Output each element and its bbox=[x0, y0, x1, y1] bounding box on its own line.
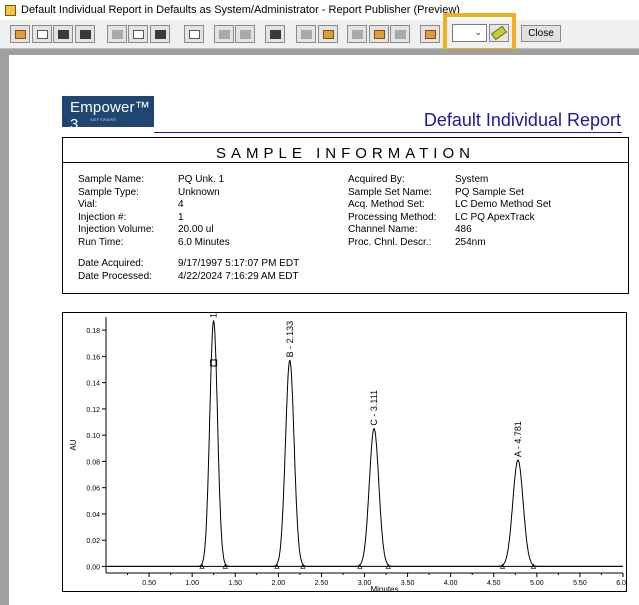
x-tick-label: 5.00 bbox=[530, 580, 544, 587]
copy-icon[interactable] bbox=[53, 25, 73, 43]
x-axis-label: Minutes bbox=[370, 585, 398, 591]
y-tick-label: 0.10 bbox=[86, 433, 100, 440]
delete-icon[interactable] bbox=[150, 25, 170, 43]
x-tick-label: 2.50 bbox=[315, 580, 329, 587]
date-label: Date Processed: bbox=[78, 271, 152, 282]
x-tick-label: 2.00 bbox=[272, 580, 286, 587]
group-icon[interactable] bbox=[235, 25, 255, 43]
date-value: 9/17/1997 5:17:07 PM EDT bbox=[178, 258, 300, 269]
open-icon[interactable] bbox=[10, 25, 30, 43]
y-tick-label: 0.14 bbox=[86, 381, 100, 388]
info-value: 254nm bbox=[455, 237, 486, 248]
report-title: Default Individual Report bbox=[423, 110, 621, 130]
y-tick-label: 0.06 bbox=[86, 486, 100, 493]
info-label: Sample Type: bbox=[78, 186, 139, 198]
info-value: System bbox=[455, 174, 489, 185]
table-icon[interactable] bbox=[265, 25, 285, 43]
window-titlebar: Default Individual Report in Defaults as… bbox=[0, 0, 639, 20]
layout-icon[interactable] bbox=[369, 25, 389, 43]
peak-label: 1.249 bbox=[209, 313, 219, 318]
sample-info-heading: SAMPLE INFORMATION bbox=[216, 145, 475, 162]
info-label: Acquired By: bbox=[348, 174, 405, 185]
x-tick-label: 4.00 bbox=[444, 580, 458, 587]
info-label: Proc. Chnl. Descr.: bbox=[348, 237, 432, 248]
title-rule bbox=[154, 132, 622, 133]
info-value: PQ Unk. 1 bbox=[178, 174, 225, 185]
info-value: 20.00 ul bbox=[178, 224, 214, 236]
y-tick-label: 0.16 bbox=[86, 354, 100, 361]
frame-icon[interactable] bbox=[184, 25, 204, 43]
sample-info-divider bbox=[63, 162, 628, 163]
x-tick-label: 3.00 bbox=[358, 580, 372, 587]
field-icon[interactable] bbox=[296, 25, 316, 43]
info-value: Unknown bbox=[178, 186, 220, 198]
logo-brand: Empower™ 3 bbox=[70, 99, 150, 133]
info-label: Injection #: bbox=[78, 211, 127, 223]
app-icon bbox=[5, 4, 16, 16]
peak-label: C - 3.111 bbox=[369, 390, 379, 426]
info-label: Processing Method: bbox=[348, 211, 437, 223]
info-label: Vial: bbox=[78, 199, 98, 211]
chromatogram-frame: 0.00 0.02 0.04 0.06 0.08 0.10 0.12 0.14 0.16 0.18… bbox=[62, 312, 627, 592]
y-tick-label: 0.04 bbox=[86, 512, 100, 519]
y-tick-label: 0.18 bbox=[86, 328, 100, 335]
info-label: Sample Name: bbox=[78, 174, 145, 185]
info-value: 4 bbox=[178, 199, 184, 211]
paste-icon[interactable] bbox=[128, 25, 148, 43]
window-title: Default Individual Report in Defaults as… bbox=[21, 4, 460, 16]
sample-info-box: SAMPLE INFORMATION Sample Name: PQ Unk. 1… bbox=[62, 137, 629, 294]
info-label: Run Time: bbox=[78, 237, 124, 248]
x-tick-label: 3.50 bbox=[401, 580, 415, 587]
info-label: Channel Name: bbox=[348, 224, 418, 236]
y-tick-label: 0.12 bbox=[86, 407, 100, 414]
cut-icon[interactable] bbox=[107, 25, 127, 43]
peak-label: A - 4.781 bbox=[513, 421, 523, 457]
chart-icon[interactable] bbox=[347, 25, 367, 43]
export-icon[interactable] bbox=[390, 25, 410, 43]
x-tick-label: 1.00 bbox=[185, 580, 199, 587]
close-button[interactable]: Close bbox=[521, 25, 561, 42]
print-icon[interactable] bbox=[75, 25, 95, 43]
report-page: Empower™ 3 SOFTWARE Default Individual R… bbox=[9, 55, 639, 605]
empower-logo: Empower™ 3 SOFTWARE bbox=[62, 96, 154, 133]
y-axis-label: AU bbox=[69, 439, 78, 450]
x-tick-label: 1.50 bbox=[228, 580, 242, 587]
y-tick-label: 0.00 bbox=[86, 564, 100, 571]
highlight-annotation bbox=[443, 13, 516, 52]
properties-icon[interactable] bbox=[214, 25, 234, 43]
y-tick-label: 0.02 bbox=[86, 538, 100, 545]
preview-area[interactable]: Empower™ 3 SOFTWARE Default Individual R… bbox=[0, 49, 639, 605]
info-label: Injection Volume: bbox=[78, 224, 155, 236]
info-value: 6.0 Minutes bbox=[178, 237, 230, 248]
x-tick-label: 6.00 bbox=[616, 580, 626, 587]
logo-sub: SOFTWARE bbox=[90, 117, 117, 122]
chromatogram-trace bbox=[106, 319, 623, 567]
chromatogram-chart: 0.00 0.02 0.04 0.06 0.08 0.10 0.12 0.14 0.16 0.18… bbox=[69, 313, 626, 591]
info-label: Sample Set Name: bbox=[348, 186, 432, 198]
save-icon[interactable] bbox=[32, 25, 52, 43]
info-value: PQ Sample Set bbox=[455, 186, 524, 198]
info-value: LC PQ ApexTrack bbox=[455, 211, 535, 223]
info-label: Acq. Method Set: bbox=[348, 199, 425, 211]
image-icon[interactable] bbox=[318, 25, 338, 43]
x-tick-label: 5.50 bbox=[573, 580, 587, 587]
info-value: 1 bbox=[178, 211, 184, 223]
info-value: 486 bbox=[455, 224, 472, 236]
date-label: Date Acquired: bbox=[78, 258, 144, 269]
info-value: LC Demo Method Set bbox=[455, 199, 552, 211]
peak-label: B - 2.133 bbox=[285, 321, 295, 358]
x-tick-label: 0.50 bbox=[142, 580, 156, 587]
publish-icon[interactable] bbox=[420, 25, 440, 43]
x-tick-label: 4.50 bbox=[487, 580, 501, 587]
y-tick-label: 0.08 bbox=[86, 459, 100, 466]
date-value: 4/22/2024 7:16:29 AM EDT bbox=[178, 271, 299, 282]
